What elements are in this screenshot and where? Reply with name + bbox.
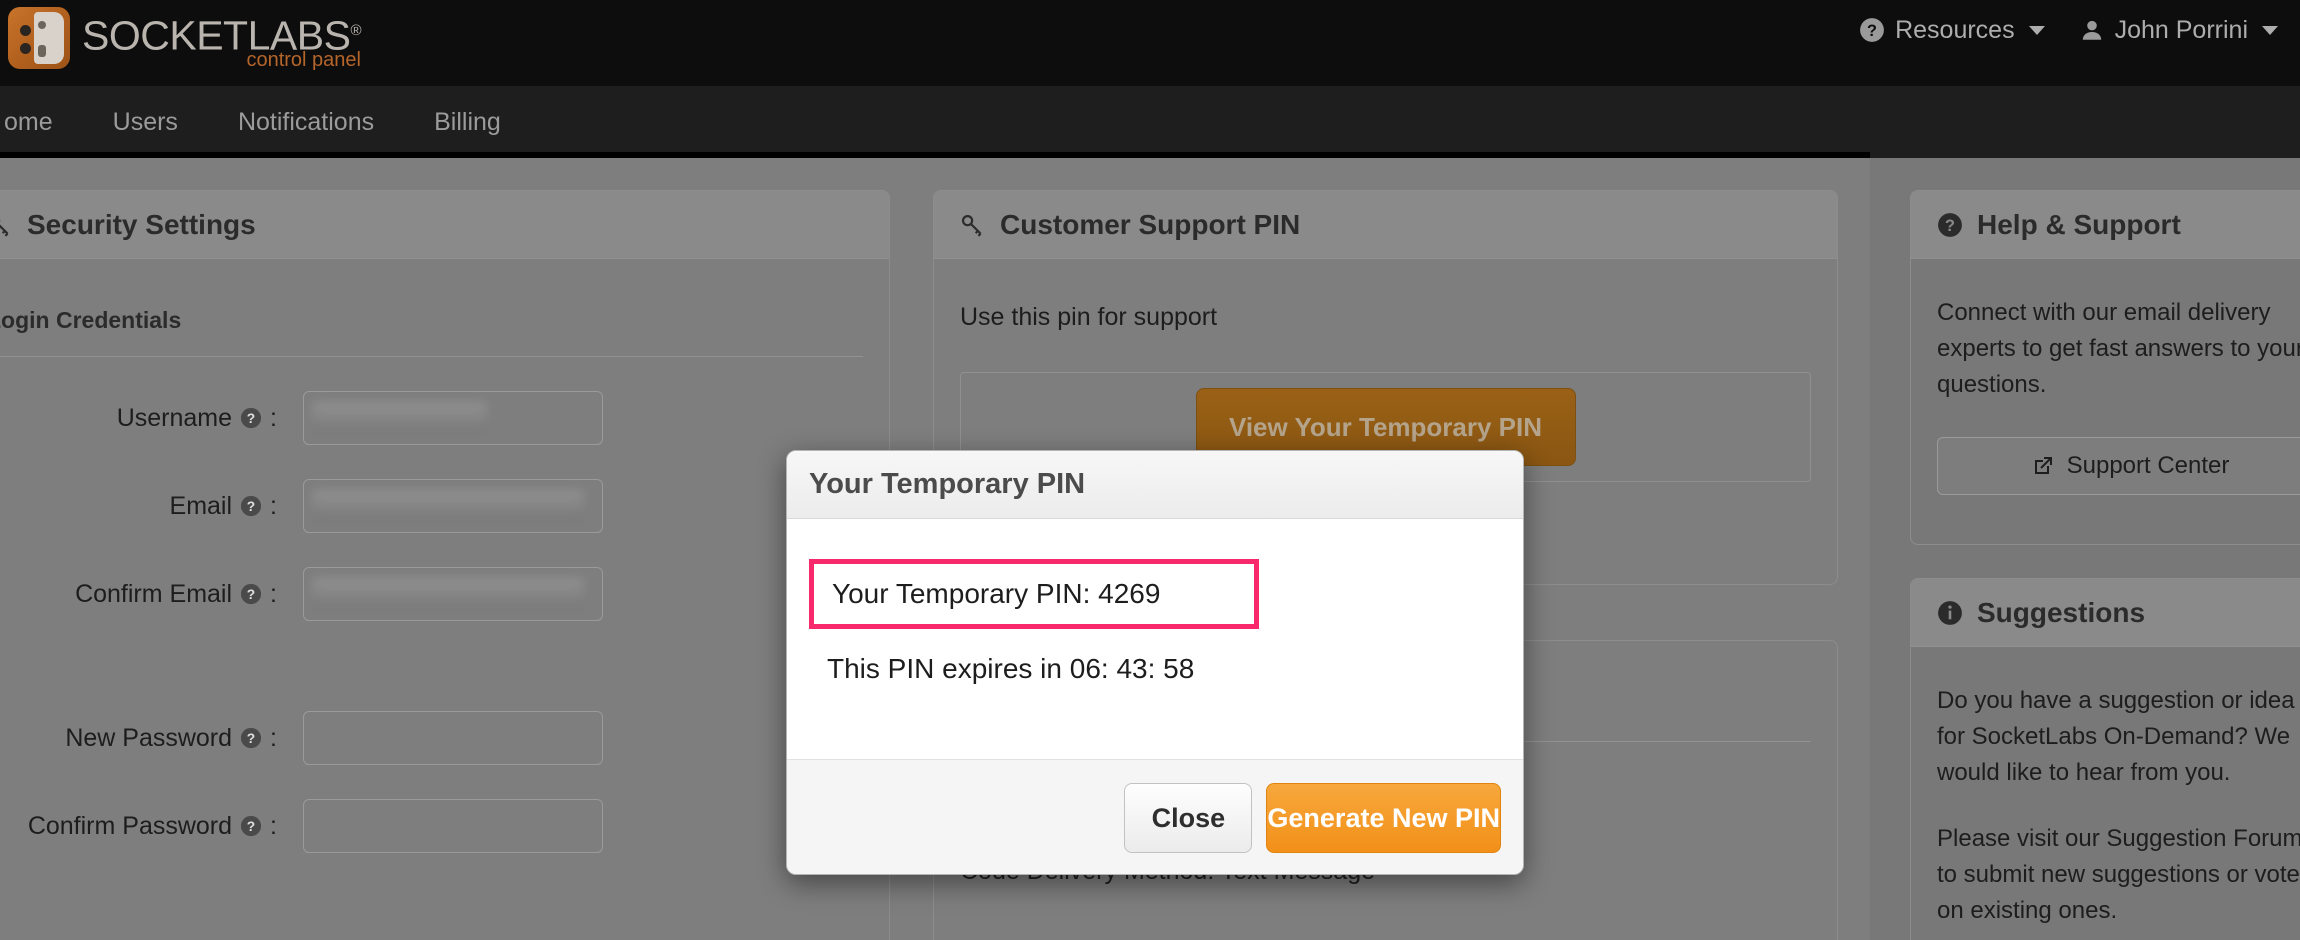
- login-credentials-divider: [0, 356, 863, 357]
- form-row-new-password: New Password ? :: [0, 711, 889, 765]
- suggestions-panel: Suggestions Do you have a suggestion or …: [1910, 578, 2300, 940]
- confirm-email-colon: :: [270, 579, 277, 608]
- help-icon[interactable]: ?: [240, 727, 262, 749]
- socketlabs-logo[interactable]: SOCKETLABS® control panel: [8, 5, 361, 71]
- logo-registered-mark: ®: [350, 22, 361, 39]
- user-menu[interactable]: John Porrini: [2079, 16, 2278, 45]
- form-row-email: Email ? :: [0, 479, 889, 533]
- svg-text:?: ?: [247, 731, 255, 746]
- nav-active-underline: [0, 152, 1870, 158]
- user-icon: [2079, 17, 2105, 43]
- new-password-label-text: New Password: [65, 723, 233, 752]
- email-label-text: Email: [169, 491, 233, 520]
- nav-item-home[interactable]: ome: [0, 86, 83, 158]
- help-icon[interactable]: ?: [240, 815, 262, 837]
- modal-footer: Close Generate New PIN: [787, 759, 1523, 874]
- username-colon: :: [270, 403, 277, 432]
- logo-text-block: SOCKETLABS® control panel: [82, 5, 361, 71]
- main-navigation: ome Users Notifications Billing: [0, 86, 2300, 158]
- modal-body: Your Temporary PIN: 4269 This PIN expire…: [787, 519, 1523, 759]
- header-right-actions: ? Resources John Porrini: [1859, 6, 2278, 54]
- security-settings-header: Security Settings: [0, 191, 889, 259]
- security-settings-title: Security Settings: [27, 208, 256, 240]
- help-icon[interactable]: ?: [240, 583, 262, 605]
- svg-text:?: ?: [247, 499, 255, 514]
- svg-text:?: ?: [247, 587, 255, 602]
- modal-header: Your Temporary PIN: [787, 451, 1523, 519]
- svg-text:?: ?: [1867, 22, 1877, 40]
- resources-menu[interactable]: ? Resources: [1859, 16, 2045, 45]
- form-row-confirm-password: Confirm Password ? :: [0, 799, 889, 853]
- close-button[interactable]: Close: [1124, 783, 1253, 853]
- generate-new-pin-button[interactable]: Generate New PIN: [1266, 783, 1501, 853]
- support-center-button-label: Support Center: [2066, 452, 2230, 479]
- security-settings-panel: Security Settings Login Credentials User…: [0, 190, 890, 940]
- chevron-down-icon: [2028, 25, 2045, 35]
- confirm-email-label-text: Confirm Email: [75, 579, 233, 608]
- username-label: Username ? :: [0, 404, 277, 433]
- confirm-password-label-text: Confirm Password: [27, 811, 233, 840]
- help-support-body: Connect with our email delivery experts …: [1937, 299, 2300, 398]
- form-row-confirm-email: Confirm Email ? :: [0, 567, 889, 621]
- help-support-title: Help & Support: [1977, 208, 2181, 240]
- support-center-button[interactable]: Support Center: [1937, 437, 2300, 495]
- app-root: SOCKETLABS® control panel ? Resources Jo…: [0, 0, 2300, 940]
- svg-text:?: ?: [1945, 216, 1955, 234]
- top-header-bar: SOCKETLABS® control panel ? Resources Jo…: [0, 0, 2300, 86]
- suggestions-title: Suggestions: [1977, 596, 2146, 628]
- nav-item-notifications[interactable]: Notifications: [208, 86, 404, 158]
- suggestions-header: Suggestions: [1911, 579, 2300, 647]
- logo-tagline: control panel: [246, 49, 361, 71]
- key-icon: [0, 212, 13, 238]
- new-password-input[interactable]: [303, 711, 603, 765]
- nav-item-users[interactable]: Users: [83, 86, 208, 158]
- key-icon: [960, 212, 986, 238]
- user-menu-label: John Porrini: [2114, 15, 2248, 44]
- suggestions-paragraph-1: Do you have a suggestion or idea for Soc…: [1937, 687, 2295, 786]
- question-circle-icon: ?: [1937, 212, 1963, 238]
- form-row-username: Username ? :: [0, 391, 889, 445]
- confirm-password-label: Confirm Password ? :: [0, 812, 277, 841]
- pin-description: Use this pin for support: [960, 303, 1218, 331]
- external-link-icon: [2031, 454, 2055, 478]
- new-password-label: New Password ? :: [0, 724, 277, 753]
- suggestions-paragraph-2: Please visit our Suggestion Forum to sub…: [1937, 825, 2300, 924]
- svg-text:?: ?: [247, 411, 255, 426]
- resources-menu-label: Resources: [1895, 15, 2015, 44]
- temporary-pin-text: Your Temporary PIN: 4269: [832, 578, 1161, 609]
- svg-text:?: ?: [247, 819, 255, 834]
- help-support-header: ? Help & Support: [1911, 191, 2300, 259]
- confirm-password-input[interactable]: [303, 799, 603, 853]
- email-colon: :: [270, 491, 277, 520]
- username-input[interactable]: [303, 391, 603, 445]
- help-icon[interactable]: ?: [240, 495, 262, 517]
- socketlabs-logo-mark: [8, 7, 70, 69]
- pin-expiry-text: This PIN expires in 06: 43: 58: [827, 653, 1195, 684]
- customer-support-pin-title: Customer Support PIN: [1000, 208, 1301, 240]
- email-label: Email ? :: [0, 492, 277, 521]
- modal-title: Your Temporary PIN: [809, 468, 1086, 500]
- info-circle-icon: [1937, 600, 1963, 626]
- form-spacer: [0, 621, 889, 677]
- login-credentials-label: Login Credentials: [0, 307, 182, 333]
- confirm-email-label: Confirm Email ? :: [0, 580, 277, 609]
- help-icon[interactable]: ?: [240, 407, 262, 429]
- chevron-down-icon: [2262, 25, 2278, 35]
- temporary-pin-modal: Your Temporary PIN Your Temporary PIN: 4…: [786, 450, 1524, 875]
- help-support-panel: ? Help & Support Connect with our email …: [1910, 190, 2300, 545]
- customer-support-pin-header: Customer Support PIN: [934, 191, 1837, 259]
- confirm-email-input[interactable]: [303, 567, 603, 621]
- email-input[interactable]: [303, 479, 603, 533]
- username-label-text: Username: [116, 403, 233, 432]
- question-circle-icon: ?: [1859, 17, 1885, 43]
- new-password-colon: :: [270, 723, 277, 752]
- nav-item-billing[interactable]: Billing: [404, 86, 531, 158]
- confirm-password-colon: :: [270, 811, 277, 840]
- pin-highlight-box: Your Temporary PIN: 4269: [809, 559, 1259, 629]
